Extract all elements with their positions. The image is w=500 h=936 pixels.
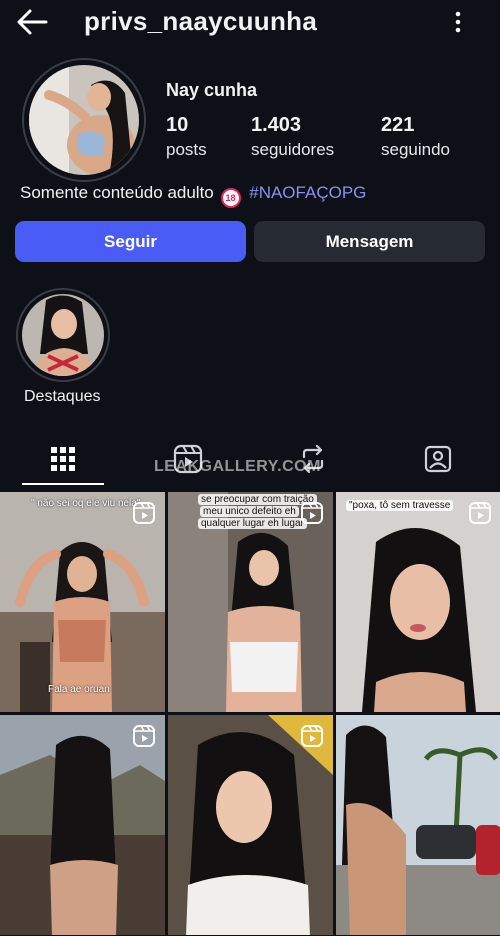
post-caption: "poxa, tô sem travesse bbox=[346, 500, 454, 511]
stat-label: posts bbox=[166, 140, 207, 159]
highlight-label: Destaques bbox=[24, 388, 101, 405]
highlight-cover bbox=[22, 294, 104, 376]
grid-post[interactable] bbox=[0, 715, 165, 935]
bio-hashtag-link[interactable]: #NAOFAÇOPG bbox=[249, 183, 366, 202]
profile-avatar[interactable] bbox=[22, 58, 146, 182]
tab-tagged[interactable] bbox=[375, 436, 500, 486]
grid-post[interactable]: "poxa, tô sem travesse bbox=[336, 492, 500, 712]
grid-post[interactable] bbox=[336, 715, 500, 935]
avatar bbox=[29, 65, 139, 175]
stat-following[interactable]: 221 seguindo bbox=[381, 114, 450, 160]
stat-value: 10 bbox=[166, 114, 189, 136]
profile-full-name: Nay cunha bbox=[166, 80, 258, 100]
stat-followers[interactable]: 1.403 seguidores bbox=[251, 114, 334, 160]
reel-icon bbox=[301, 725, 323, 747]
post-caption: Fala ae oruan bbox=[48, 684, 110, 695]
tagged-icon bbox=[423, 444, 453, 479]
highlight-item[interactable] bbox=[16, 288, 110, 382]
post-caption: qualquer lugar eh lugar bbox=[198, 518, 307, 529]
post-caption: meu unico defeito eh bbox=[200, 506, 299, 517]
post-caption: se preocupar com traição bbox=[198, 494, 317, 505]
stat-value: 221 bbox=[381, 114, 415, 136]
page-title: privs_naaycuunha bbox=[84, 6, 318, 36]
follow-button[interactable]: Seguir bbox=[15, 221, 246, 262]
watermark: LEAKGALLERY.COM bbox=[154, 458, 321, 475]
active-tab-indicator bbox=[22, 483, 104, 485]
bio-text: Somente conteúdo adulto bbox=[20, 183, 214, 202]
stat-value: 1.403 bbox=[251, 114, 302, 136]
back-arrow-icon[interactable] bbox=[14, 6, 50, 38]
reel-icon bbox=[469, 502, 491, 524]
stat-label: seguindo bbox=[381, 140, 451, 159]
grid-icon bbox=[50, 446, 76, 477]
post-caption: " não sei oq ele viu nela" bbox=[31, 498, 141, 509]
grid-post[interactable]: " não sei oq ele viu nela" Fala ae oruan bbox=[0, 492, 165, 712]
reel-icon bbox=[301, 502, 323, 524]
stat-posts[interactable]: 10 posts bbox=[166, 114, 207, 160]
more-options-icon[interactable] bbox=[446, 8, 470, 36]
stat-label: seguidores bbox=[251, 140, 335, 159]
no-under-18-icon: 18 bbox=[220, 188, 241, 208]
posts-grid: " não sei oq ele viu nela" Fala ae oruan… bbox=[0, 492, 500, 936]
grid-post[interactable] bbox=[168, 715, 333, 935]
top-bar: privs_naaycuunha bbox=[0, 0, 500, 46]
grid-post[interactable]: se preocupar com traição meu unico defei… bbox=[168, 492, 333, 712]
reel-icon bbox=[133, 725, 155, 747]
profile-bio: Somente conteúdo adulto 18 #NAOFAÇOPG bbox=[20, 183, 366, 208]
message-button[interactable]: Mensagem bbox=[254, 221, 485, 262]
tab-posts[interactable] bbox=[0, 436, 125, 486]
reel-icon bbox=[133, 502, 155, 524]
